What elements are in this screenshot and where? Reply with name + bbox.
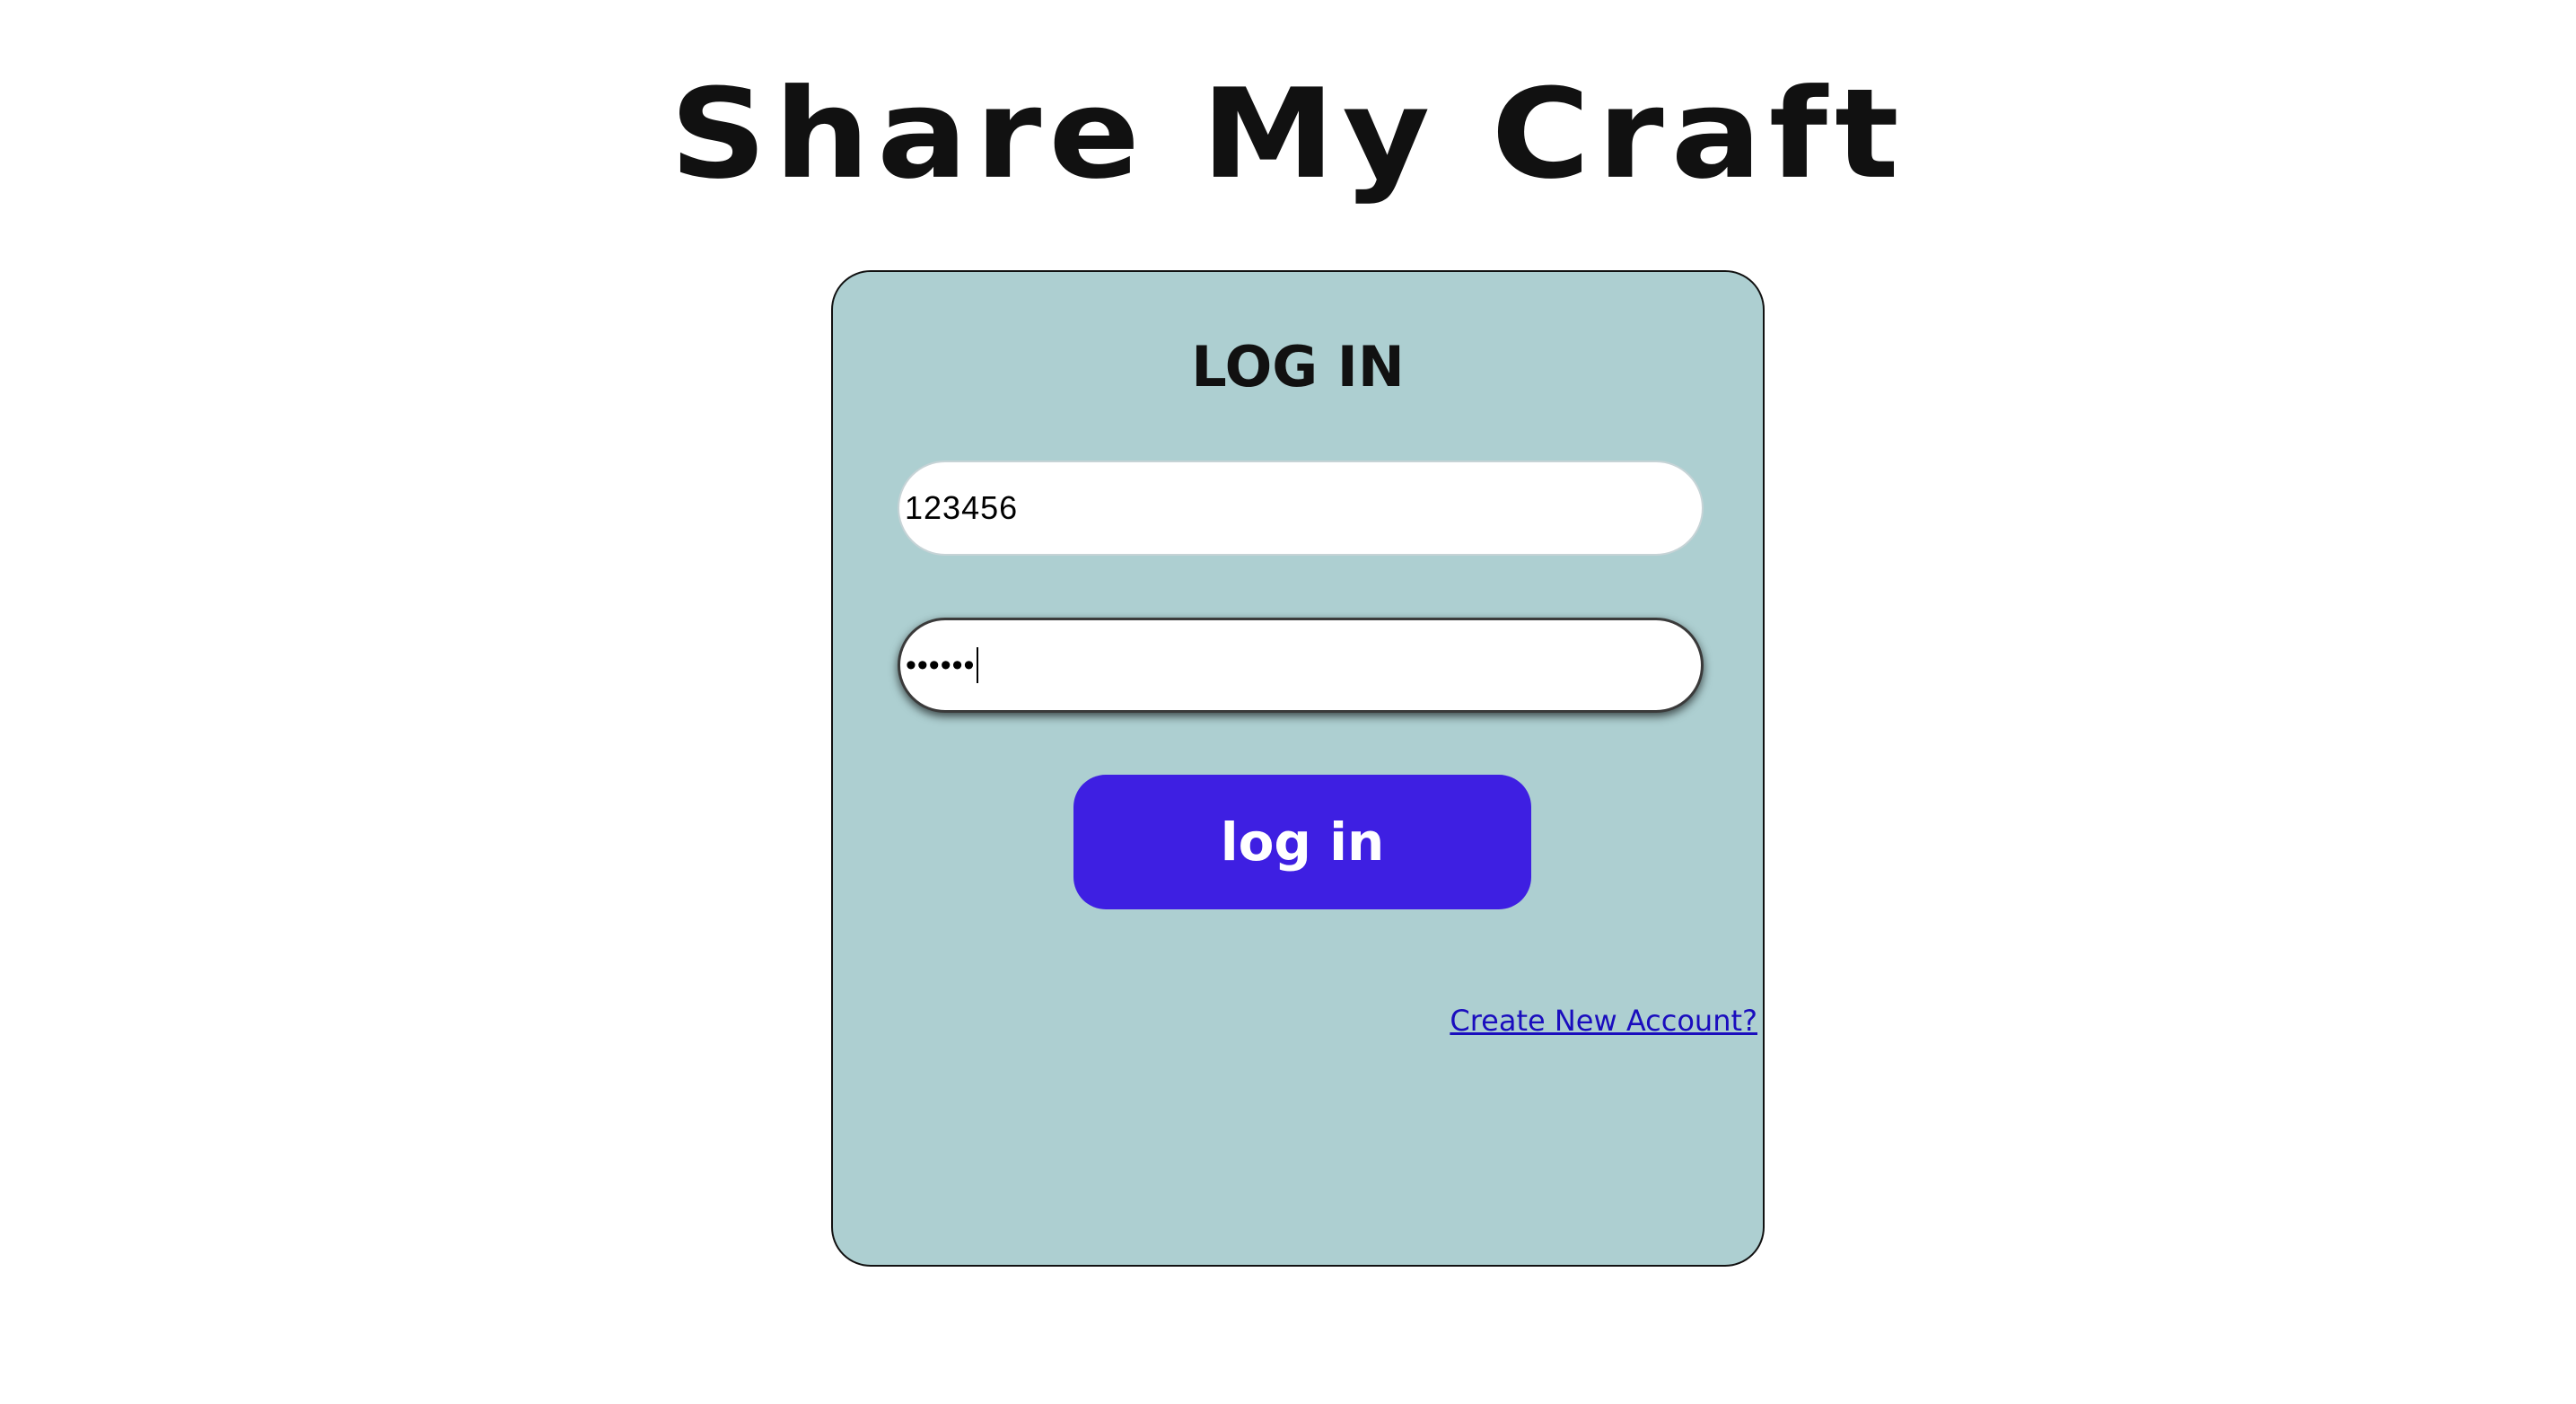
password-field[interactable]: •••••• (898, 618, 1704, 713)
password-masked-value: •••••• (906, 647, 976, 682)
login-page: Share My Craft LOG IN 123456 •••••• log … (0, 0, 2576, 1404)
create-account-link[interactable]: Create New Account? (1450, 1004, 1757, 1038)
login-card: LOG IN 123456 •••••• log in (831, 270, 1765, 1267)
username-value: 123456 (905, 489, 1019, 526)
username-field[interactable]: 123456 (898, 461, 1704, 556)
text-cursor (977, 647, 979, 683)
app-title: Share My Craft (670, 62, 1906, 207)
login-button[interactable]: log in (1073, 775, 1531, 909)
login-heading: LOG IN (1191, 334, 1405, 399)
